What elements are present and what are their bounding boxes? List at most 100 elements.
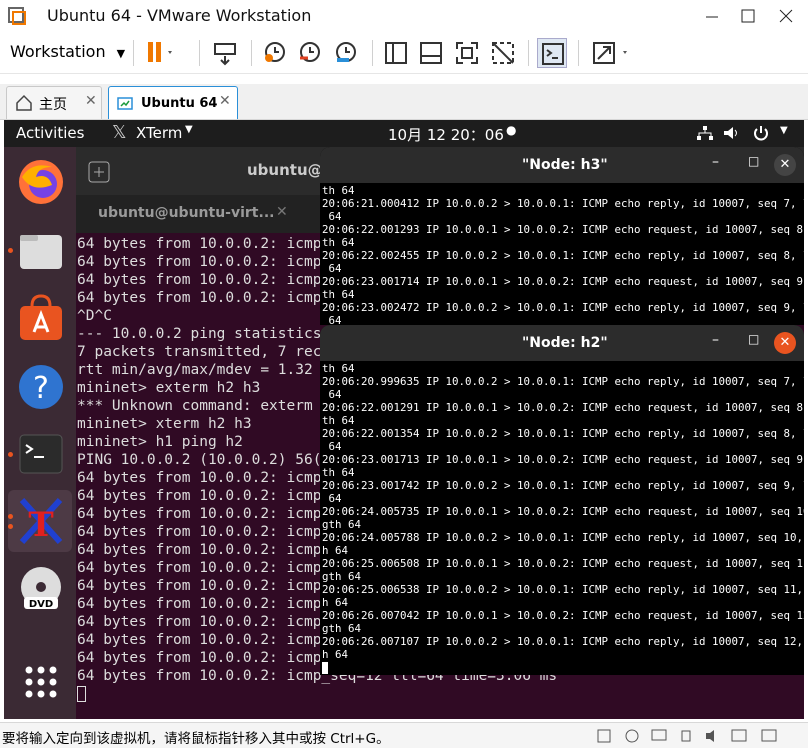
stretch-guest-icon[interactable] [589, 38, 635, 68]
xterm-h2-output-line: th 64 [322, 414, 355, 427]
xterm-h2-output-line: 20:06:23.001742 IP 10.0.0.2 > 10.0.0.1: … [322, 479, 804, 492]
revert-snapshot-icon[interactable] [295, 38, 325, 68]
network-icon[interactable] [696, 124, 714, 142]
text-cursor [77, 686, 86, 702]
xterm-h2-output-line: 20:06:26.007107 IP 10.0.0.2 > 10.0.0.1: … [322, 635, 804, 648]
toolbar-divider [133, 40, 134, 66]
minimize-icon[interactable]: – [712, 332, 719, 348]
xterm-h3-output-line: th 64 [322, 288, 355, 301]
send-ctrl-alt-del-icon[interactable] [210, 38, 240, 68]
clock[interactable]: 10月 12 20：06 [388, 124, 504, 145]
sound-icon [706, 730, 714, 742]
chevron-down-icon: ▼ [780, 125, 788, 136]
pause-icon[interactable] [142, 38, 172, 68]
new-tab-icon[interactable] [86, 159, 112, 185]
firefox-icon[interactable] [14, 155, 68, 209]
xterm-h3-output-line: 64 [322, 262, 342, 275]
tab-ubuntu-64[interactable]: Ubuntu 64 ✕ [108, 86, 238, 119]
xterm-h2-output-line: gth 64 [322, 518, 362, 531]
toolbar-divider [251, 40, 252, 66]
snapshot-manager-icon[interactable] [331, 38, 361, 68]
tab-close-icon[interactable]: ✕ [276, 204, 288, 220]
minimize-icon[interactable] [702, 6, 722, 26]
xterm-title: "Node: h3" [522, 157, 608, 173]
xterm-output[interactable]: th 64 20:06:21.000412 IP 10.0.0.2 > 10.0.… [322, 184, 804, 325]
xterm-title-bar: "Node: h3" – □ ✕ [320, 147, 804, 183]
thumbnail-bar-icon[interactable] [416, 38, 446, 68]
toolbar-divider [372, 40, 373, 66]
vmware-logo-icon [8, 7, 26, 25]
xterm-icon[interactable]: T [14, 494, 68, 548]
xterm-output[interactable]: th 64 20:06:20.999635 IP 10.0.0.2 > 10.0.… [322, 362, 804, 674]
ubuntu-dock: ? T DVD [4, 147, 76, 719]
maximize-icon[interactable]: □ [748, 332, 759, 346]
software-store-icon[interactable] [14, 292, 68, 346]
terminal-title: ubuntu@ [247, 161, 323, 179]
maximize-icon[interactable] [738, 6, 758, 26]
device-status-icons [596, 727, 796, 745]
message-icon [761, 729, 777, 742]
app-title-bar: Ubuntu 64 - VMware Workstation [0, 0, 808, 33]
toolbar-divider [528, 40, 529, 66]
notification-dot-icon: ● [506, 123, 517, 137]
terminal-tab-label[interactable]: ubuntu@ubuntu-virt... [98, 205, 274, 221]
xterm-h2-output-line: 20:06:25.006508 IP 10.0.0.1 > 10.0.0.2: … [322, 557, 804, 570]
volume-icon[interactable] [722, 124, 740, 142]
xterm-h2-output-line: 64 [322, 492, 342, 505]
close-icon[interactable]: ✕ [774, 154, 796, 176]
running-indicator [8, 452, 13, 457]
chevron-down-icon: ▼ [185, 124, 193, 135]
xterm-h2-output-line: gth 64 [322, 622, 362, 635]
xterm-title-bar: "Node: h2" – □ ✕ [320, 325, 804, 361]
status-bar: 要将输入定向到该虚拟机，请将鼠标指针移入其中或按 Ctrl+G。 [0, 722, 808, 748]
xterm-h3-output-line: 20:06:22.001293 IP 10.0.0.1 > 10.0.0.2: … [322, 223, 804, 236]
unity-mode-icon[interactable] [488, 38, 518, 68]
window-title: Ubuntu 64 - VMware Workstation [47, 6, 312, 25]
toolbar-divider [199, 40, 200, 66]
app-menu-label[interactable]: XTerm [136, 124, 182, 142]
tab-home-label: 主页 [39, 97, 67, 113]
xterm-h2-output-line: 20:06:26.007042 IP 10.0.0.1 > 10.0.0.2: … [322, 609, 804, 622]
xterm-h2-output-line: 20:06:23.001713 IP 10.0.0.1 > 10.0.0.2: … [322, 453, 804, 466]
close-icon[interactable] [776, 6, 796, 26]
cd-dvd-icon [625, 729, 639, 743]
usb-icon [681, 730, 691, 742]
xterm-h3-output-line: 64 [322, 210, 342, 223]
library-view-icon[interactable] [381, 38, 411, 68]
tab-close-icon[interactable]: ✕ [219, 93, 231, 109]
svg-text:?: ? [33, 371, 49, 406]
display-icon [731, 729, 747, 742]
xterm-h2-output-line: gth 64 [322, 570, 362, 583]
running-indicator [8, 524, 13, 529]
terminal-icon[interactable] [14, 427, 68, 481]
dvd-icon[interactable]: DVD [14, 563, 68, 617]
xterm-h3-output-line: 20:06:23.002472 IP 10.0.0.2 > 10.0.0.1: … [322, 301, 804, 314]
xterm-h3-output-line: 20:06:22.002455 IP 10.0.0.2 > 10.0.0.1: … [322, 249, 804, 262]
maximize-icon[interactable]: □ [748, 154, 759, 168]
toolbar-divider [578, 40, 579, 66]
tab-ubuntu-label: Ubuntu 64 [141, 96, 218, 111]
xterm-window-h3[interactable]: "Node: h3" – □ ✕ th 64 20:06:21.000412 IP… [320, 147, 804, 325]
minimize-icon[interactable]: – [712, 154, 719, 170]
close-icon[interactable]: ✕ [774, 332, 796, 354]
xterm-h2-output-line: 20:06:22.001354 IP 10.0.0.2 > 10.0.0.1: … [322, 427, 804, 440]
snapshot-icon[interactable] [260, 38, 290, 68]
show-apps-grid-icon[interactable] [14, 655, 68, 709]
full-screen-icon[interactable] [452, 38, 482, 68]
xterm-h3-output-line: 20:06:21.000412 IP 10.0.0.2 > 10.0.0.1: … [322, 197, 804, 210]
activities-button[interactable]: Activities [16, 124, 84, 142]
svg-text:DVD: DVD [29, 599, 53, 610]
xterm-window-h2[interactable]: "Node: h2" – □ ✕ th 64 20:06:20.999635 IP… [320, 325, 804, 675]
chevron-down-icon: ▼ [116, 47, 126, 60]
workstation-menu[interactable]: Workstation ▼ [10, 42, 125, 61]
console-view-icon[interactable] [537, 38, 567, 68]
xterm-h2-output-line: th 64 [322, 466, 355, 479]
power-icon[interactable] [752, 124, 770, 142]
xterm-h2-output-line: h 64 [322, 544, 349, 557]
tab-close-icon[interactable]: ✕ [85, 93, 97, 109]
files-icon[interactable] [14, 225, 68, 279]
help-icon[interactable]: ? [14, 360, 68, 414]
ubuntu-top-bar: Activities 𝕏 XTerm ▼ 10月 12 20：06 ● ▼ [4, 120, 804, 147]
xterm-h2-output-line: 20:06:20.999635 IP 10.0.0.2 > 10.0.0.1: … [322, 375, 804, 388]
tab-home[interactable]: 主页 ✕ [6, 86, 102, 119]
